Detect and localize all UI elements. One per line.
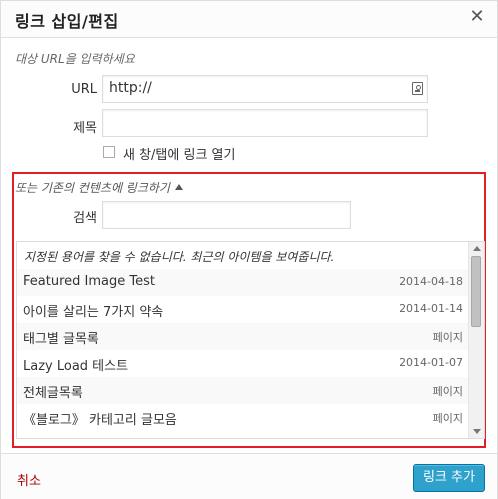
existing-content-toggle-label: 또는 기존의 컨텐츠에 링크하기 (15, 181, 170, 195)
list-item[interactable]: 아이를 살리는 7가지 약속 2014-01-14 (17, 296, 469, 323)
list-item-meta: 페이지 (432, 412, 463, 425)
url-input-value: http:// (109, 80, 152, 96)
list-item[interactable]: 《블로그》 카테고리 글모음 페이지 (17, 404, 469, 431)
list-item-meta: 페이지 (432, 385, 463, 398)
scroll-up-icon[interactable] (473, 246, 481, 251)
url-label: URL (71, 82, 97, 97)
list-item-title: Lazy Load 테스트 (23, 359, 129, 374)
list-item-title: 아이를 살리는 7가지 약속 (23, 305, 164, 320)
scrollbar-thumb[interactable] (471, 256, 481, 327)
address-card-icon[interactable] (412, 82, 423, 95)
list-item[interactable]: 태그별 글목록 페이지 (17, 323, 469, 350)
list-item-title: 전체글목록 (23, 386, 83, 401)
results-scrollbar[interactable] (468, 242, 484, 438)
add-link-button[interactable]: 링크 추가 (413, 464, 485, 492)
list-item-title: 《블로그》 카테고리 글모음 (23, 413, 177, 428)
new-tab-checkbox[interactable] (103, 146, 115, 158)
list-item[interactable]: Featured Image Test 2014-04-18 (17, 269, 469, 296)
cancel-link[interactable]: 취소 (17, 470, 41, 489)
title-input[interactable] (102, 109, 428, 137)
list-item-title: 태그별 글목록 (23, 332, 99, 347)
list-item-meta: 2014-04-18 (399, 275, 463, 288)
dialog-title: 링크 삽입/편집 (15, 12, 119, 31)
results-message: 지정된 용어를 찾을 수 없습니다. 최근의 아이템을 보여줍니다. (24, 250, 335, 264)
list-item-meta: 2014-01-07 (399, 356, 463, 369)
list-item-meta: 페이지 (432, 331, 463, 344)
list-item-title: Featured Image Test (23, 274, 155, 289)
close-icon[interactable]: ✕ (467, 7, 487, 27)
dialog-titlebar: 링크 삽입/편집 ✕ (1, 1, 497, 38)
results-list: 지정된 용어를 찾을 수 없습니다. 최근의 아이템을 보여줍니다. Featu… (16, 241, 485, 439)
list-item[interactable]: Lazy Load 테스트 2014-01-07 (17, 350, 469, 377)
new-tab-label[interactable]: 새 창/탭에 링크 열기 (123, 144, 235, 163)
list-item[interactable]: 전체글목록 페이지 (17, 377, 469, 404)
title-label: 제목 (73, 121, 97, 136)
scroll-down-icon[interactable] (473, 429, 481, 434)
search-input[interactable] (102, 201, 351, 229)
existing-content-toggle[interactable]: 또는 기존의 컨텐츠에 링크하기 (15, 179, 183, 196)
triangle-up-icon (174, 183, 183, 190)
url-input[interactable]: http:// (102, 75, 428, 103)
search-label: 검색 (73, 211, 97, 226)
dialog-footer: 취소 링크 추가 (1, 453, 497, 499)
link-dialog: 링크 삽입/편집 ✕ 대상 URL을 입력하세요 URL http:// 제목 … (0, 0, 498, 499)
list-item-meta: 2014-01-14 (399, 302, 463, 315)
url-hint: 대상 URL을 입력하세요 (15, 52, 135, 66)
